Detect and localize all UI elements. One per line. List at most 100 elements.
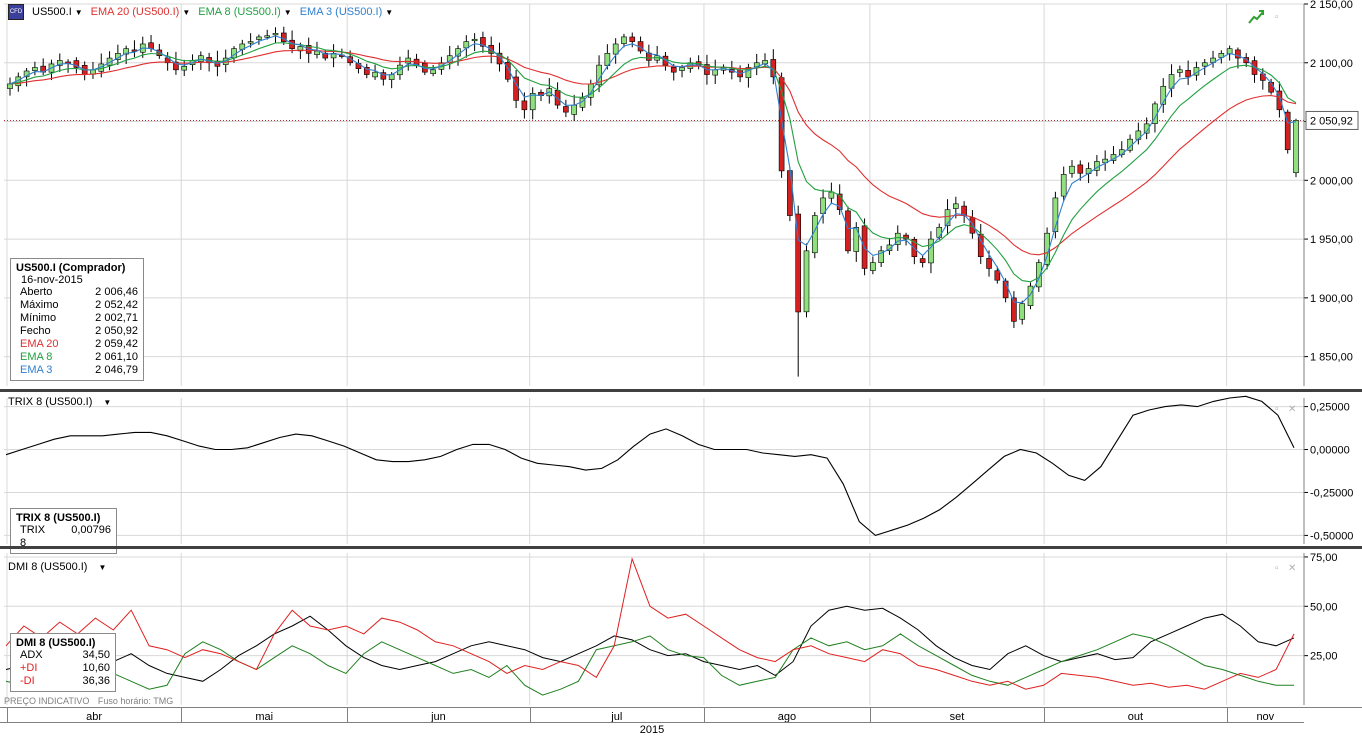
x-axis-year: 2015 — [639, 724, 665, 736]
x-axis-separator — [7, 708, 8, 722]
chevron-down-icon[interactable]: ▼ — [98, 563, 106, 572]
trix-label[interactable]: TRIX 8 (US500.I) — [8, 396, 92, 408]
candle-body — [1069, 165, 1075, 174]
candle-body — [1177, 69, 1183, 73]
plus-di-line — [5, 633, 1294, 696]
candle-body — [148, 42, 154, 49]
candle-body — [670, 67, 677, 73]
restore-pane-icon[interactable]: ▫ — [1275, 404, 1279, 415]
y-tick-label: 75,00 — [1310, 552, 1338, 564]
chevron-down-icon[interactable]: ▼ — [182, 8, 190, 17]
y-tick-label: 1 850,00 — [1310, 352, 1353, 364]
chevron-down-icon[interactable]: ▼ — [284, 8, 292, 17]
y-tick-label: -0,50000 — [1310, 530, 1353, 542]
candle-body — [953, 203, 959, 209]
y-tick-label: -0,25000 — [1310, 487, 1353, 499]
candle-body — [1293, 120, 1299, 174]
candle-body — [471, 38, 478, 42]
main-pane-header: CFD US500.I ▼ EMA 20 (US500.I) ▼ EMA 8 (US… — [8, 4, 393, 20]
candle-body — [7, 83, 13, 89]
legend-label: Máximo — [20, 299, 59, 311]
price-type-label: PREÇO INDICATIVO — [4, 696, 90, 706]
current-price-label: 2 050,92 — [1310, 115, 1353, 127]
y-tick-label: 1 950,00 — [1310, 234, 1353, 246]
candle-body — [803, 250, 810, 313]
candle-body — [32, 67, 38, 71]
restore-pane-icon[interactable]: ▫ — [1275, 563, 1279, 574]
x-axis-separator — [869, 708, 871, 722]
y-tick-label: 25,00 — [1310, 651, 1338, 663]
dmi-chart[interactable]: 75,00 50,00 25,00 — [0, 549, 1362, 707]
candle-body — [870, 262, 876, 271]
chevron-down-icon[interactable]: ▼ — [75, 8, 83, 17]
ema3-label[interactable]: EMA 3 (US500.I) ▼ — [300, 6, 393, 18]
cfd-symbol-icon[interactable]: CFD — [8, 4, 24, 20]
trix-pane-header[interactable]: TRIX 8 (US500.I) ▼ — [8, 396, 111, 408]
legend-row: Mínimo 2 002,71 — [16, 312, 138, 325]
y-tick-label: 2 100,00 — [1310, 58, 1353, 70]
price-chart[interactable]: 2 150,002 100,002 050,002 000,001 950,00… — [0, 0, 1362, 390]
legend-label: -DI — [20, 675, 35, 687]
candle-body — [845, 210, 851, 252]
trix-chart[interactable]: 0,25000 0,00000 -0,25000 -0,50000 — [0, 392, 1362, 547]
legend-label: Aberto — [20, 286, 53, 298]
candle-body — [247, 41, 254, 44]
legend-label: EMA 3 — [20, 364, 53, 376]
candle-body — [256, 36, 262, 40]
timezone-label: Fuso horário: TMG — [97, 696, 174, 706]
candle-body — [1185, 70, 1191, 78]
x-axis-separator — [181, 708, 183, 722]
symbol-label[interactable]: US500.I ▼ — [32, 6, 83, 18]
ema3-line — [9, 35, 1297, 304]
x-axis-year-separator — [0, 722, 1304, 723]
candle-body — [521, 100, 528, 111]
legend-value: 34,50 — [82, 649, 110, 661]
main-price-pane[interactable]: 2 150,002 100,002 050,002 000,001 950,00… — [0, 0, 1362, 390]
legend-label: ADX — [20, 649, 43, 661]
candle-body — [430, 69, 436, 74]
candle-body — [679, 67, 685, 71]
legend-value: 36,36 — [82, 675, 110, 687]
close-icon[interactable]: ✕ — [1288, 404, 1296, 415]
candle-body — [828, 191, 835, 199]
chevron-down-icon[interactable]: ▼ — [385, 8, 393, 17]
close-icon[interactable]: ✕ — [1288, 563, 1296, 574]
candle-body — [936, 227, 943, 238]
x-axis-separator — [1044, 708, 1046, 722]
legend-row: Fecho 2 050,92 — [16, 325, 138, 338]
candle-body — [994, 270, 1001, 281]
candle-body — [1060, 174, 1067, 197]
legend-row: ADX 34,50 — [16, 649, 110, 662]
candle-body — [264, 35, 271, 38]
legend-label: Mínimo — [20, 312, 57, 324]
y-tick-label: 0,00000 — [1310, 445, 1350, 457]
legend-value: 2 061,10 — [95, 351, 138, 363]
ema20-label[interactable]: EMA 20 (US500.I) ▼ — [91, 6, 191, 18]
price-legend-title: US500.I (Comprador) — [16, 262, 126, 274]
candle-body — [629, 36, 636, 42]
dmi-pane-header[interactable]: DMI 8 (US500.I) ▼ — [8, 561, 106, 573]
dmi-pane[interactable]: 75,00 50,00 25,00 DMI 8 (US500.I) ▼ ▫ ✕ DMI… — [0, 549, 1362, 707]
legend-row: EMA 8 2 061,10 — [16, 351, 138, 364]
trix-pane[interactable]: 0,25000 0,00000 -0,25000 -0,50000 TRIX 8 (U… — [0, 392, 1362, 554]
candle-body — [919, 258, 926, 263]
candle-body — [969, 217, 976, 234]
x-axis[interactable]: 2015 abr mai jun jul ago set out nov — [0, 707, 1362, 738]
restore-pane-icon[interactable]: ▫ — [1275, 12, 1279, 23]
ema8-label[interactable]: EMA 8 (US500.I) ▼ — [198, 6, 291, 18]
chevron-down-icon[interactable]: ▼ — [103, 398, 111, 407]
candle-body — [181, 65, 188, 71]
candle-body — [712, 69, 719, 76]
dmi-label[interactable]: DMI 8 (US500.I) — [8, 561, 87, 573]
legend-row: Aberto 2 006,46 — [16, 286, 138, 299]
trix-legend-title: TRIX 8 (US500.I) — [16, 512, 101, 524]
candle-body — [1077, 164, 1084, 174]
x-axis-separator — [347, 708, 349, 722]
legend-label: +DI — [20, 662, 38, 674]
legend-value: 2 006,46 — [95, 286, 138, 298]
candle-body — [198, 55, 204, 62]
trend-arrow-icon[interactable] — [1248, 10, 1264, 24]
legend-value: 2 002,71 — [95, 312, 138, 324]
candle-body — [1019, 303, 1026, 320]
legend-row: +DI 10,60 — [16, 662, 110, 675]
